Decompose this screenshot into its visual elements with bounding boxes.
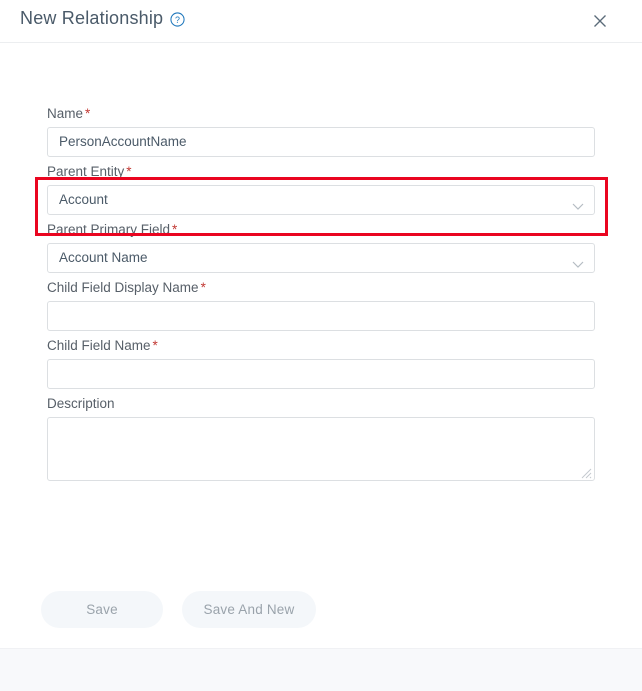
required-marker: *	[152, 338, 158, 353]
close-icon[interactable]	[591, 12, 609, 30]
parent-primary-field-value: Account Name	[59, 250, 148, 265]
dialog-header: New Relationship ?	[0, 0, 642, 43]
field-name-label: Name *	[47, 106, 91, 121]
resize-handle-icon[interactable]	[580, 466, 592, 479]
page-title: New Relationship	[20, 8, 164, 28]
field-parent-primary-field: Parent Primary Field * Account Name	[47, 222, 595, 273]
required-marker: *	[126, 164, 132, 179]
field-child-field-display-name: Child Field Display Name *	[47, 280, 595, 331]
question-circle-icon[interactable]: ?	[170, 12, 185, 27]
name-input[interactable]: PersonAccountName	[47, 127, 595, 157]
child-field-name-input[interactable]	[47, 359, 595, 389]
required-marker: *	[85, 106, 91, 121]
child-field-display-name-input[interactable]	[47, 301, 595, 331]
chevron-down-icon	[572, 197, 584, 210]
field-parent-entity-label: Parent Entity *	[47, 164, 132, 179]
required-marker: *	[200, 280, 206, 295]
field-parent-primary-field-label: Parent Primary Field *	[47, 222, 178, 237]
new-relationship-dialog: New Relationship ? Name * PersonAccountNa…	[0, 0, 642, 691]
parent-entity-select[interactable]: Account	[47, 185, 595, 215]
field-child-field-name: Child Field Name *	[47, 338, 595, 389]
required-marker: *	[172, 222, 178, 237]
save-and-new-button[interactable]: Save And New	[182, 591, 316, 628]
svg-text:?: ?	[175, 15, 180, 25]
chevron-down-icon	[572, 255, 584, 268]
dialog-title-group: New Relationship ?	[20, 8, 185, 29]
field-name: Name * PersonAccountName	[47, 106, 595, 157]
parent-entity-value: Account	[59, 192, 108, 207]
field-child-field-name-label: Child Field Name *	[47, 338, 158, 353]
field-description-label: Description	[47, 396, 115, 411]
field-description: Description	[47, 396, 595, 481]
name-input-value: PersonAccountName	[59, 134, 187, 149]
field-parent-entity: Parent Entity * Account	[47, 164, 595, 215]
parent-primary-field-select[interactable]: Account Name	[47, 243, 595, 273]
description-textarea[interactable]	[47, 417, 595, 481]
save-button[interactable]: Save	[41, 591, 163, 628]
field-child-field-display-name-label: Child Field Display Name *	[47, 280, 206, 295]
footer-strip	[0, 648, 642, 691]
